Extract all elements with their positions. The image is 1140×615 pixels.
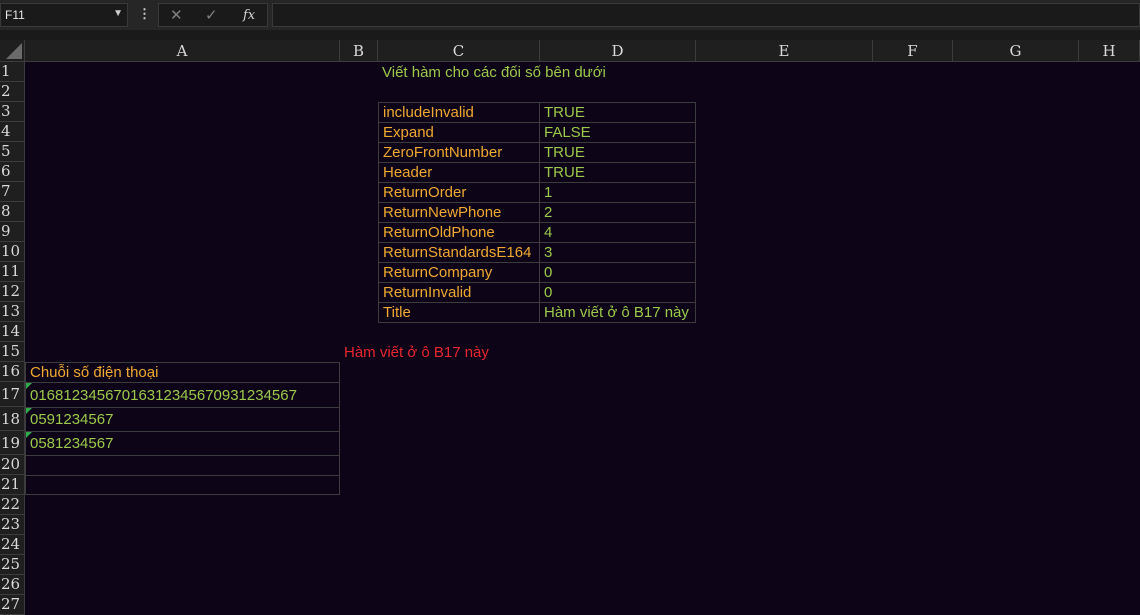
phone-value-text: 01681234567016312345670931234567 <box>30 387 297 404</box>
row-header[interactable]: 16 <box>0 362 25 382</box>
param-name-cell[interactable]: Expand <box>378 122 540 143</box>
param-name-cell[interactable]: ReturnInvalid <box>378 282 540 303</box>
phone-value-cell[interactable]: 0591234567 <box>25 407 340 432</box>
param-value-cell[interactable]: 2 <box>539 202 696 223</box>
param-value-cell[interactable]: TRUE <box>539 102 696 123</box>
phone-value-cell[interactable] <box>25 455 340 476</box>
enter-icon[interactable]: ✓ <box>205 6 218 24</box>
error-indicator-icon <box>26 383 32 389</box>
param-value-cell[interactable]: Hàm viết ở ô B17 này <box>539 302 696 323</box>
param-name-cell[interactable]: ReturnStandardsE164 <box>378 242 540 263</box>
row-header[interactable]: 13 <box>0 302 25 322</box>
phone-value-cell[interactable]: 0581234567 <box>25 431 340 456</box>
param-name-cell[interactable]: ReturnOrder <box>378 182 540 203</box>
row-header[interactable]: 7 <box>0 182 25 202</box>
cancel-icon[interactable]: ✕ <box>170 6 183 24</box>
row-header[interactable]: 1 <box>0 62 25 82</box>
row-header[interactable]: 20 <box>0 455 25 475</box>
note-cell[interactable]: Hàm viết ở ô B17 này <box>340 343 489 363</box>
row-header[interactable]: 17 <box>0 382 25 407</box>
row-header[interactable]: 12 <box>0 282 25 302</box>
row-header[interactable]: 19 <box>0 431 25 455</box>
phone-value-text: 0591234567 <box>30 411 114 428</box>
param-value-cell[interactable]: 4 <box>539 222 696 243</box>
param-value-cell[interactable]: TRUE <box>539 162 696 183</box>
row-header[interactable]: 9 <box>0 222 25 242</box>
param-name-cell[interactable]: includeInvalid <box>378 102 540 123</box>
param-name-cell[interactable]: Title <box>378 302 540 323</box>
phone-value-text: 0581234567 <box>30 435 114 452</box>
row-header[interactable]: 26 <box>0 575 25 595</box>
name-box[interactable]: F11 ▼ <box>0 3 128 27</box>
row-header[interactable]: 4 <box>0 122 25 142</box>
column-header-g[interactable]: G <box>953 40 1079 62</box>
formula-bar: F11 ▼ ⋮ ✕ ✓ fx <box>0 0 1140 30</box>
formula-bar-divider <box>0 30 1140 40</box>
row-header[interactable]: 24 <box>0 535 25 555</box>
row-header[interactable]: 8 <box>0 202 25 222</box>
name-box-value: F11 <box>5 8 25 22</box>
param-name-cell[interactable]: Header <box>378 162 540 183</box>
phone-header-cell[interactable]: Chuỗi số điện thoại <box>25 362 340 383</box>
row-header[interactable]: 2 <box>0 82 25 102</box>
param-name-cell[interactable]: ZeroFrontNumber <box>378 142 540 163</box>
row-header[interactable]: 22 <box>0 495 25 515</box>
column-header-h[interactable]: H <box>1079 40 1140 62</box>
more-options-icon[interactable]: ⋮ <box>138 6 151 22</box>
insert-function-icon[interactable]: fx <box>243 8 255 23</box>
formula-input[interactable] <box>272 3 1140 27</box>
error-indicator-icon <box>26 408 32 414</box>
row-header[interactable]: 15 <box>0 342 25 362</box>
phone-value-cell[interactable]: 01681234567016312345670931234567 <box>25 382 340 408</box>
param-value-cell[interactable]: 1 <box>539 182 696 203</box>
select-all-triangle-icon <box>6 43 22 59</box>
param-name-cell[interactable]: ReturnNewPhone <box>378 202 540 223</box>
column-header-d[interactable]: D <box>540 40 696 62</box>
column-header-f[interactable]: F <box>873 40 953 62</box>
row-header[interactable]: 27 <box>0 595 25 615</box>
column-header-b[interactable]: B <box>340 40 378 62</box>
row-header[interactable]: 23 <box>0 515 25 535</box>
row-header[interactable]: 18 <box>0 407 25 431</box>
row-header[interactable]: 10 <box>0 242 25 262</box>
param-value-cell[interactable]: 0 <box>539 262 696 283</box>
column-header-e[interactable]: E <box>696 40 873 62</box>
row-header[interactable]: 5 <box>0 142 25 162</box>
row-header[interactable]: 14 <box>0 322 25 342</box>
row-header[interactable]: 11 <box>0 262 25 282</box>
heading-cell[interactable]: Viết hàm cho các đối số bên dưới <box>378 63 606 83</box>
phone-value-cell[interactable] <box>25 475 340 495</box>
param-name-cell[interactable]: ReturnOldPhone <box>378 222 540 243</box>
row-header[interactable]: 6 <box>0 162 25 182</box>
row-header[interactable]: 25 <box>0 555 25 575</box>
param-value-cell[interactable]: 0 <box>539 282 696 303</box>
row-header[interactable]: 21 <box>0 475 25 495</box>
param-value-cell[interactable]: 3 <box>539 242 696 263</box>
chevron-down-icon[interactable]: ▼ <box>113 8 123 19</box>
row-header[interactable]: 3 <box>0 102 25 122</box>
error-indicator-icon <box>26 432 32 438</box>
formula-buttons: ✕ ✓ fx <box>158 3 268 27</box>
param-value-cell[interactable]: TRUE <box>539 142 696 163</box>
param-value-cell[interactable]: FALSE <box>539 122 696 143</box>
column-header-c[interactable]: C <box>378 40 540 62</box>
column-header-a[interactable]: A <box>25 40 340 62</box>
param-name-cell[interactable]: ReturnCompany <box>378 262 540 283</box>
select-all-button[interactable] <box>0 40 25 62</box>
